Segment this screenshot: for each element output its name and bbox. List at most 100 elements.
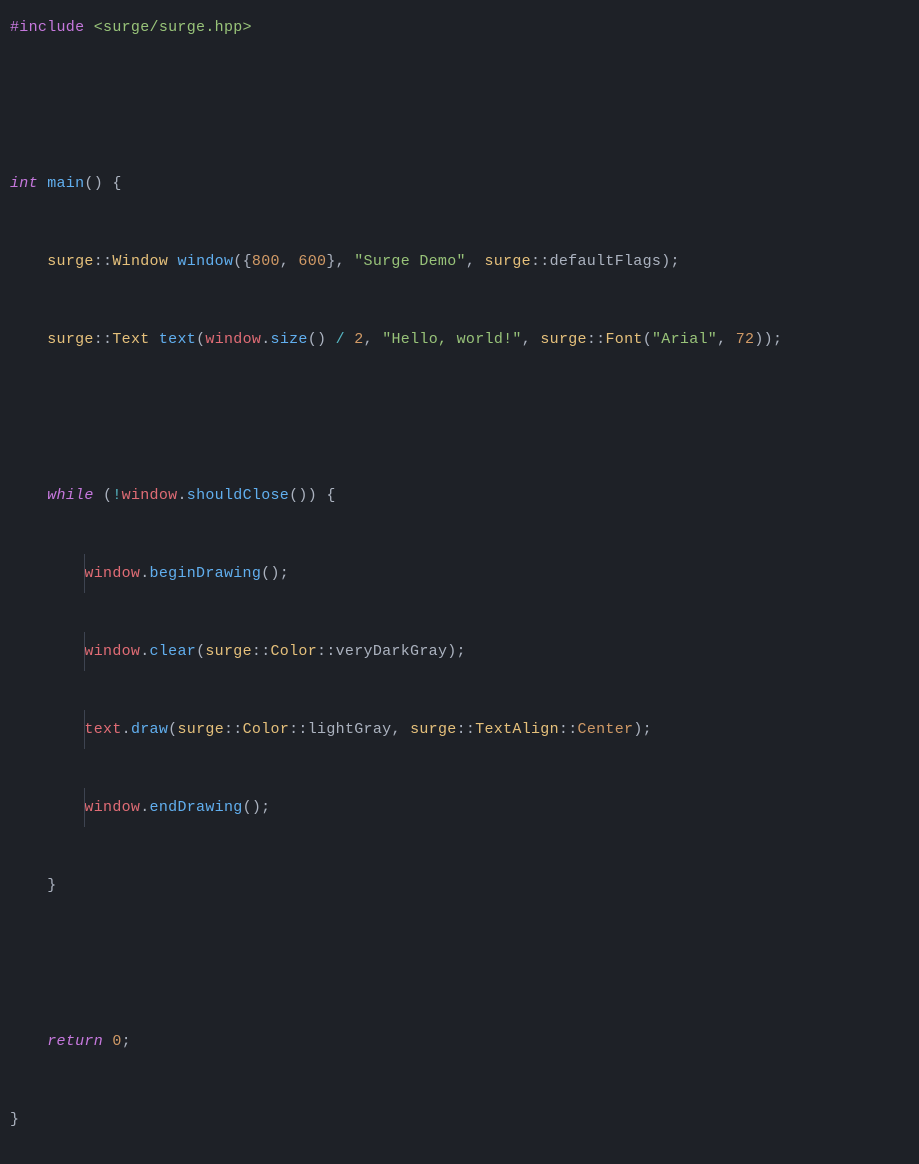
number-literal: 2 bbox=[354, 331, 363, 348]
punctuation: ( bbox=[643, 331, 652, 348]
punctuation: , bbox=[466, 253, 485, 270]
class-name: Color bbox=[271, 643, 318, 660]
dot-op: . bbox=[140, 565, 149, 582]
variable: window bbox=[84, 643, 140, 660]
type-keyword: int bbox=[10, 175, 38, 192]
punctuation: , bbox=[364, 331, 383, 348]
method-call: size bbox=[271, 331, 308, 348]
code-editor[interactable]: #include <surge/surge.hpp> int main() { … bbox=[10, 8, 909, 1164]
number-literal: 72 bbox=[736, 331, 755, 348]
class-name: TextAlign bbox=[475, 721, 559, 738]
indent bbox=[10, 1033, 47, 1050]
method-call: clear bbox=[150, 643, 197, 660]
constructor-call: window bbox=[177, 253, 233, 270]
code-line-blank bbox=[10, 86, 909, 125]
space bbox=[150, 331, 159, 348]
code-line: window.clear(surge::Color::veryDarkGray)… bbox=[10, 632, 909, 671]
code-line: int main() { bbox=[10, 164, 909, 203]
code-line: text.draw(surge::Color::lightGray, surge… bbox=[10, 710, 909, 749]
dot-op: . bbox=[122, 721, 131, 738]
brace-close: } bbox=[10, 1111, 19, 1128]
method-call: shouldClose bbox=[187, 487, 289, 504]
scope-op: :: bbox=[587, 331, 606, 348]
code-line: window.endDrawing(); bbox=[10, 788, 909, 827]
scope-op: :: bbox=[252, 643, 271, 660]
brace-close: } bbox=[47, 877, 56, 894]
namespace: surge bbox=[540, 331, 587, 348]
preprocessor-directive: #include bbox=[10, 19, 84, 36]
namespace: surge bbox=[484, 253, 531, 270]
code-line: return 0; bbox=[10, 1022, 909, 1061]
punctuation: ()) { bbox=[289, 487, 336, 504]
punctuation: ; bbox=[122, 1033, 131, 1050]
indent bbox=[10, 487, 47, 504]
namespace: surge bbox=[47, 253, 94, 270]
indent bbox=[10, 799, 84, 816]
variable: window bbox=[122, 487, 178, 504]
dot-op: . bbox=[140, 643, 149, 660]
method-call: beginDrawing bbox=[150, 565, 262, 582]
variable: window bbox=[84, 799, 140, 816]
variable: window bbox=[205, 331, 261, 348]
punctuation: ( bbox=[196, 331, 205, 348]
indent bbox=[10, 331, 47, 348]
scope-op: :: bbox=[224, 721, 243, 738]
indent bbox=[10, 253, 47, 270]
punctuation: (); bbox=[243, 799, 271, 816]
punctuation: ); bbox=[447, 643, 466, 660]
enum-value: lightGray bbox=[308, 721, 392, 738]
punctuation: )); bbox=[754, 331, 782, 348]
namespace: surge bbox=[177, 721, 224, 738]
identifier: defaultFlags bbox=[550, 253, 662, 270]
namespace: surge bbox=[410, 721, 457, 738]
method-call: endDrawing bbox=[150, 799, 243, 816]
string-literal: "Surge Demo" bbox=[354, 253, 466, 270]
punctuation: , bbox=[280, 253, 299, 270]
punctuation: }, bbox=[326, 253, 354, 270]
class-name: Window bbox=[112, 253, 168, 270]
method-call: draw bbox=[131, 721, 168, 738]
code-line: while (!window.shouldClose()) { bbox=[10, 476, 909, 515]
class-name: Color bbox=[243, 721, 290, 738]
string-literal: "Hello, world!" bbox=[382, 331, 522, 348]
string-literal: "Arial" bbox=[652, 331, 717, 348]
code-line: } bbox=[10, 866, 909, 905]
number-literal: 800 bbox=[252, 253, 280, 270]
code-line: #include <surge/surge.hpp> bbox=[10, 8, 909, 47]
code-line: } bbox=[10, 1100, 909, 1139]
indent bbox=[10, 643, 84, 660]
enum-value: Center bbox=[578, 721, 634, 738]
dot-op: . bbox=[140, 799, 149, 816]
code-line-blank bbox=[10, 944, 909, 983]
function-name: main bbox=[38, 175, 85, 192]
code-line: window.beginDrawing(); bbox=[10, 554, 909, 593]
punctuation: () bbox=[308, 331, 336, 348]
dot-op: . bbox=[261, 331, 270, 348]
punctuation: , bbox=[391, 721, 410, 738]
namespace: surge bbox=[205, 643, 252, 660]
number-literal: 0 bbox=[112, 1033, 121, 1050]
scope-op: :: bbox=[531, 253, 550, 270]
keyword-while: while bbox=[47, 487, 94, 504]
punctuation: () { bbox=[84, 175, 121, 192]
punctuation: (); bbox=[261, 565, 289, 582]
space bbox=[103, 1033, 112, 1050]
operator: / bbox=[336, 331, 345, 348]
punctuation: ( bbox=[168, 721, 177, 738]
enum-value: veryDarkGray bbox=[336, 643, 448, 660]
class-name: Font bbox=[605, 331, 642, 348]
punctuation: ({ bbox=[233, 253, 252, 270]
punctuation: ); bbox=[661, 253, 680, 270]
indent bbox=[10, 721, 84, 738]
scope-op: :: bbox=[457, 721, 476, 738]
code-line: surge::Window window({800, 600}, "Surge … bbox=[10, 242, 909, 281]
scope-op: :: bbox=[289, 721, 308, 738]
keyword-return: return bbox=[47, 1033, 103, 1050]
number-literal: 600 bbox=[298, 253, 326, 270]
dot-op: . bbox=[177, 487, 186, 504]
namespace: surge bbox=[47, 331, 94, 348]
constructor-call: text bbox=[159, 331, 196, 348]
class-name: Text bbox=[112, 331, 149, 348]
code-line-blank bbox=[10, 398, 909, 437]
indent bbox=[10, 565, 84, 582]
